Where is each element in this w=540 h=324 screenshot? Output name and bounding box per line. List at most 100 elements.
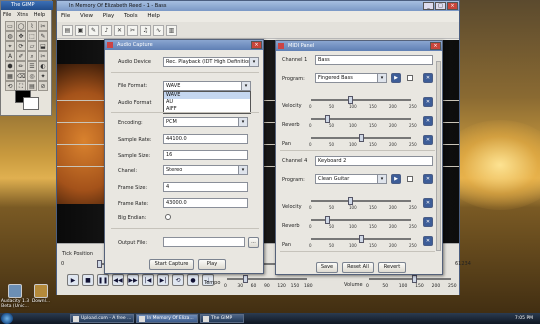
gimp-tool-icon[interactable]: ✥ xyxy=(16,31,26,41)
volume-thumb[interactable] xyxy=(412,275,418,283)
taskbar-item-upload[interactable]: Upload.com - A free ... xyxy=(70,314,134,323)
reverb-reset-icon[interactable]: ✕ xyxy=(423,116,433,126)
delete-icon[interactable]: ✕ xyxy=(114,25,125,36)
gimp-tool-icon[interactable]: ✂ xyxy=(38,51,48,61)
mute-checkbox[interactable] xyxy=(407,75,413,81)
play-button[interactable]: ▶ xyxy=(67,274,79,286)
big-endian-radio[interactable] xyxy=(165,214,171,220)
loop-button[interactable]: ⟲ xyxy=(172,274,184,286)
reverb-thumb[interactable] xyxy=(324,216,330,224)
tempo-slider[interactable] xyxy=(227,278,307,280)
gimp-tool-icon[interactable]: ⌫ xyxy=(16,71,26,81)
reverb-thumb[interactable] xyxy=(324,115,330,123)
gimp-tool-icon[interactable]: ▱ xyxy=(27,41,37,51)
reset-all-button[interactable]: Reset All xyxy=(342,262,374,273)
gimp-tool-icon[interactable]: ◍ xyxy=(5,31,15,41)
music-icon[interactable]: ♪ xyxy=(101,25,112,36)
velocity-thumb[interactable] xyxy=(348,96,354,104)
gimp-tool-icon[interactable]: ⬚ xyxy=(27,31,37,41)
background-color-swatch[interactable] xyxy=(23,97,39,110)
file-format-select[interactable]: WAVE ▾ xyxy=(163,81,251,91)
record-button[interactable]: ● xyxy=(187,274,199,286)
frame-rate-field[interactable]: 43000.0 xyxy=(163,198,248,208)
gimp-tool-icon[interactable]: ⟲ xyxy=(5,81,15,91)
pause-button[interactable]: ❚❚ xyxy=(97,274,109,286)
gimp-tool-icon[interactable]: A xyxy=(5,51,15,61)
midi-scrollbar[interactable] xyxy=(436,61,441,251)
menu-file[interactable]: File xyxy=(61,13,70,19)
frame-size-field[interactable]: 4 xyxy=(163,182,248,192)
guitar-icon[interactable]: ♫ xyxy=(140,25,151,36)
play-program-icon[interactable]: ▶ xyxy=(391,174,401,184)
channel-name-field[interactable]: Keyboard 2 xyxy=(315,156,433,166)
start-button[interactable] xyxy=(1,313,13,324)
gimp-menu-file[interactable]: File xyxy=(3,12,11,18)
pan-thumb[interactable] xyxy=(359,235,365,243)
menu-play[interactable]: Play xyxy=(103,13,114,19)
tick-position-thumb[interactable] xyxy=(97,260,102,268)
channel-select[interactable]: Stereo ▾ xyxy=(163,165,248,175)
save-icon[interactable]: ▣ xyxy=(75,25,86,36)
gimp-tool-icon[interactable]: ◯ xyxy=(16,21,26,31)
remove-channel-icon[interactable]: ✕ xyxy=(423,73,433,83)
minimize-button[interactable]: _ xyxy=(423,2,434,10)
gimp-tool-icon[interactable]: ✎ xyxy=(38,31,48,41)
sample-rate-field[interactable]: 44100.0 xyxy=(163,134,248,144)
first-button[interactable]: |◀ xyxy=(142,274,154,286)
stop-button[interactable]: ■ xyxy=(82,274,94,286)
program-select[interactable]: Fingered Bass ▾ xyxy=(315,73,387,83)
play-capture-button[interactable]: Play xyxy=(198,259,226,270)
start-capture-button[interactable]: Start Capture xyxy=(149,259,194,270)
sample-size-field[interactable]: 16 xyxy=(163,150,248,160)
gimp-tool-icon[interactable]: ◎ xyxy=(27,71,37,81)
velocity-reset-icon[interactable]: ✕ xyxy=(423,198,433,208)
volume-slider[interactable] xyxy=(369,278,451,280)
save-button[interactable]: Save xyxy=(316,262,338,273)
gimp-menu-xtns[interactable]: Xtns xyxy=(17,12,28,18)
gimp-tool-icon[interactable]: ⟳ xyxy=(16,41,26,51)
menu-help[interactable]: Help xyxy=(147,13,160,19)
velocity-slider[interactable] xyxy=(311,200,411,202)
menu-view[interactable]: View xyxy=(80,13,93,19)
browse-button[interactable]: ... xyxy=(248,237,259,248)
wave-icon[interactable]: ∿ xyxy=(153,25,164,36)
gimp-tool-icon[interactable]: ✐ xyxy=(16,51,26,61)
taskbar-item-gimp[interactable]: The GIMP xyxy=(200,314,244,323)
menu-tools[interactable]: Tools xyxy=(124,13,138,19)
midi-close-button[interactable]: × xyxy=(430,42,441,50)
cut-icon[interactable]: ✂ xyxy=(127,25,138,36)
forward-button[interactable]: ▶▶ xyxy=(127,274,139,286)
last-button[interactable]: ▶| xyxy=(157,274,169,286)
pan-reset-icon[interactable]: ✕ xyxy=(423,135,433,145)
gimp-tool-icon[interactable]: ⌕ xyxy=(27,51,37,61)
pencil-icon[interactable]: ✎ xyxy=(88,25,99,36)
gimp-tool-icon[interactable]: ⌇ xyxy=(27,21,37,31)
gimp-tool-icon[interactable]: ⬓ xyxy=(38,41,48,51)
encoding-select[interactable]: PCM ▾ xyxy=(163,117,248,127)
program-select[interactable]: Clean Guitar ▾ xyxy=(315,174,387,184)
output-file-field[interactable] xyxy=(163,237,245,247)
velocity-reset-icon[interactable]: ✕ xyxy=(423,97,433,107)
desktop-icon-downloads[interactable]: Downl... xyxy=(26,284,56,304)
gimp-tool-icon[interactable]: ⊘ xyxy=(38,81,48,91)
revert-button[interactable]: Revert xyxy=(378,262,406,273)
pan-reset-icon[interactable]: ✕ xyxy=(423,236,433,246)
taskbar-item-song[interactable]: In Memory Of Eliza... xyxy=(136,314,198,323)
gimp-tool-icon[interactable]: ✦ xyxy=(38,71,48,81)
velocity-slider[interactable] xyxy=(311,99,411,101)
channel-name-field[interactable]: Bass xyxy=(315,55,433,65)
open-icon[interactable]: ▤ xyxy=(62,25,73,36)
gimp-tool-icon[interactable]: ✏ xyxy=(16,61,26,71)
velocity-thumb[interactable] xyxy=(348,197,354,205)
reverb-reset-icon[interactable]: ✕ xyxy=(423,217,433,227)
gimp-tool-icon[interactable]: ☰ xyxy=(27,61,37,71)
file-format-option[interactable]: AU xyxy=(164,99,250,106)
remove-channel-icon[interactable]: ✕ xyxy=(423,174,433,184)
maximize-button[interactable]: □ xyxy=(435,2,446,10)
gimp-menu-help[interactable]: Help xyxy=(34,12,45,18)
capture-close-button[interactable]: × xyxy=(251,41,262,49)
pan-thumb[interactable] xyxy=(359,134,365,142)
gimp-tool-icon[interactable]: ▦ xyxy=(5,71,15,81)
gimp-tool-icon[interactable]: ◐ xyxy=(38,61,48,71)
close-button[interactable]: × xyxy=(447,2,458,10)
